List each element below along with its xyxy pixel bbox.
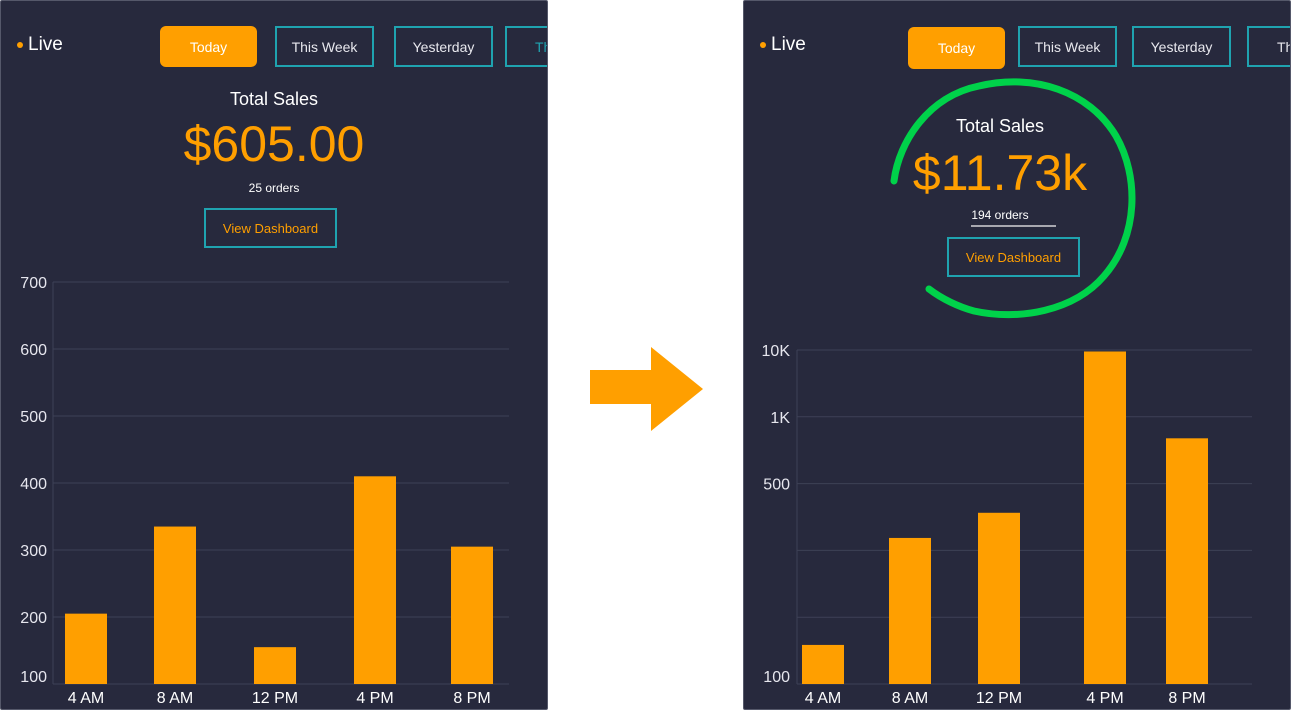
y-tick-label: 100: [20, 669, 47, 686]
x-tick-label: 12 PM: [976, 690, 1022, 707]
x-tick-label: 4 AM: [805, 690, 841, 707]
x-tick-label: 12 PM: [252, 690, 298, 707]
bar: [1166, 438, 1208, 684]
bar: [254, 647, 296, 684]
bar: [802, 644, 844, 684]
y-tick-label: 300: [20, 543, 47, 560]
y-tick-label: 200: [20, 610, 47, 627]
x-tick-label: 8 PM: [1168, 690, 1205, 707]
y-tick-label: 500: [763, 477, 790, 494]
bar: [451, 546, 493, 684]
y-tick-label: 100: [763, 669, 790, 686]
y-tick-label: 400: [20, 476, 47, 493]
bar: [1084, 351, 1126, 684]
after-panel: Live Today This Week Yesterday Th Total …: [743, 0, 1291, 710]
y-tick-label: 1K: [770, 410, 790, 427]
sales-bar-chart-log: 100 500 1K 10K 4 AM 8 AM 12 PM 4 PM 8 PM: [762, 343, 1252, 707]
bar: [65, 613, 107, 684]
x-tick-label: 4 PM: [1086, 690, 1123, 707]
x-tick-label: 4 AM: [68, 690, 104, 707]
x-tick-label: 8 AM: [892, 690, 928, 707]
y-tick-label: 10K: [762, 343, 791, 360]
before-panel: Live Today This Week Yesterday Th Total …: [0, 0, 548, 710]
bar: [978, 512, 1020, 684]
sales-bar-chart-linear: 100 200 300 400 500 600 700 4 AM 8 AM 12 PM 4 PM 8 …: [20, 275, 509, 707]
bar: [354, 476, 396, 684]
x-tick-label: 4 PM: [356, 690, 393, 707]
bar: [154, 526, 196, 684]
x-tick-label: 8 PM: [453, 690, 490, 707]
y-tick-label: 600: [20, 342, 47, 359]
x-tick-label: 8 AM: [157, 690, 193, 707]
bar: [889, 537, 931, 684]
y-tick-label: 500: [20, 409, 47, 426]
right-arrow-icon: [590, 347, 703, 431]
y-tick-label: 700: [20, 275, 47, 292]
